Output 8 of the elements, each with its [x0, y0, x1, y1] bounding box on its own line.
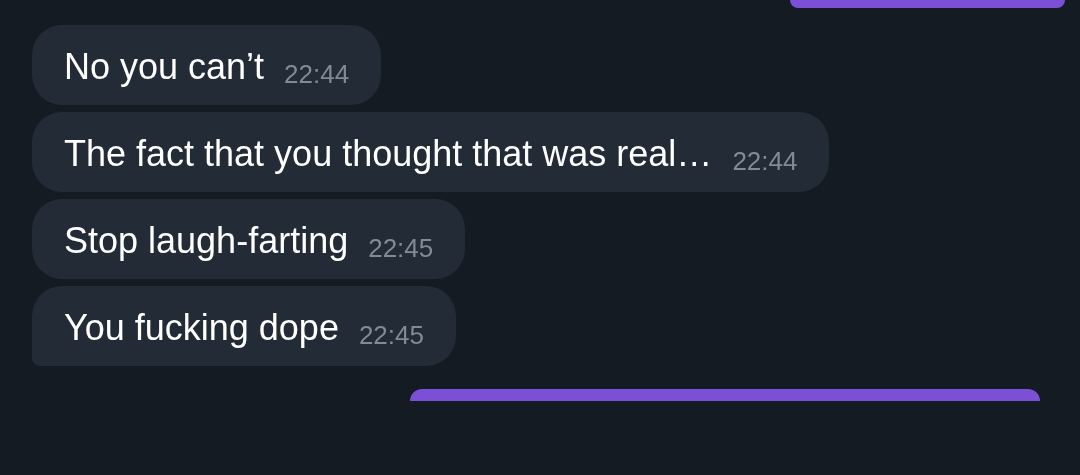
message-text: No you can’t: [64, 45, 265, 89]
message-time: 22:44: [283, 59, 350, 89]
message-time: 22:44: [731, 146, 798, 176]
message-text: The fact that you thought that was real…: [64, 132, 713, 176]
message-time: 22:45: [367, 233, 434, 263]
message-text: You fucking dope: [64, 306, 339, 350]
message-text: Stop laugh-farting: [64, 219, 349, 263]
message-time: 22:45: [357, 320, 424, 350]
